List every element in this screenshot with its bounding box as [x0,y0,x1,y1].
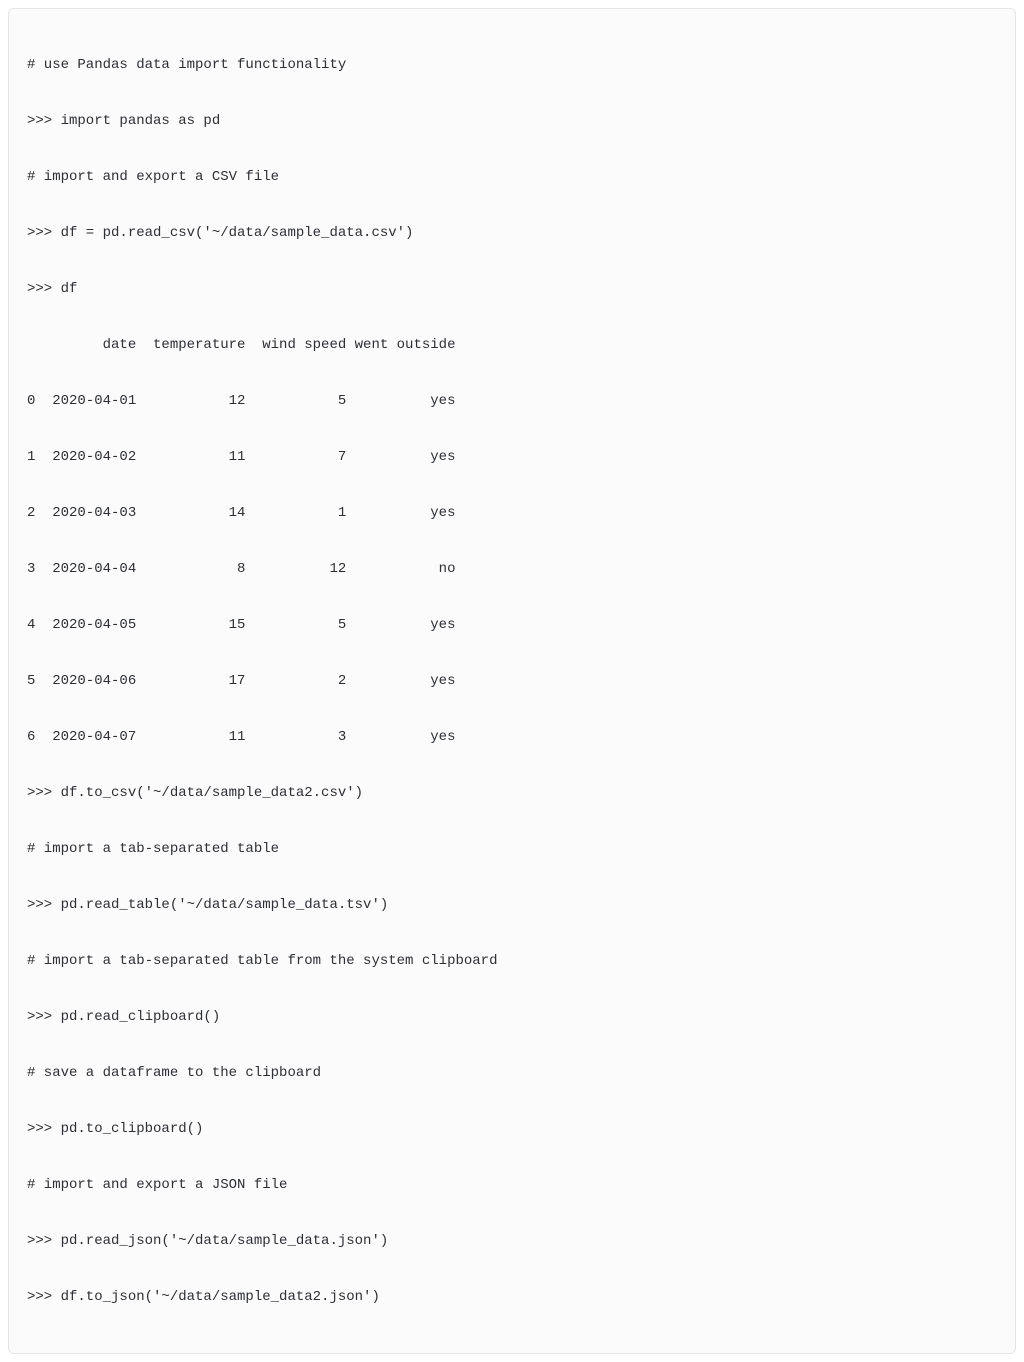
code-line: # import a tab-separated table [27,835,997,863]
code-line: # import a tab-separated table from the … [27,947,997,975]
dataframe-row: 0 2020-04-01 12 5 yes [27,387,997,415]
dataframe-row: 3 2020-04-04 8 12 no [27,555,997,583]
code-line: # import and export a CSV file [27,163,997,191]
code-line: >>> df [27,275,997,303]
code-line: >>> pd.read_json('~/data/sample_data.jso… [27,1227,997,1255]
code-line: >>> import pandas as pd [27,107,997,135]
code-line: >>> pd.read_clipboard() [27,1003,997,1031]
code-line: # use Pandas data import functionality [27,51,997,79]
code-line: >>> pd.read_table('~/data/sample_data.ts… [27,891,997,919]
code-block: # use Pandas data import functionality >… [8,8,1016,1354]
code-line: >>> pd.to_clipboard() [27,1115,997,1143]
dataframe-row: 4 2020-04-05 15 5 yes [27,611,997,639]
dataframe-row: 6 2020-04-07 11 3 yes [27,723,997,751]
code-line: >>> df.to_json('~/data/sample_data2.json… [27,1283,997,1311]
code-line: # import and export a JSON file [27,1171,997,1199]
code-line: # save a dataframe to the clipboard [27,1059,997,1087]
dataframe-row: 1 2020-04-02 11 7 yes [27,443,997,471]
dataframe-row: 5 2020-04-06 17 2 yes [27,667,997,695]
code-line: >>> df = pd.read_csv('~/data/sample_data… [27,219,997,247]
code-line: >>> df.to_csv('~/data/sample_data2.csv') [27,779,997,807]
dataframe-row: 2 2020-04-03 14 1 yes [27,499,997,527]
dataframe-header: date temperature wind speed went outside [27,331,997,359]
